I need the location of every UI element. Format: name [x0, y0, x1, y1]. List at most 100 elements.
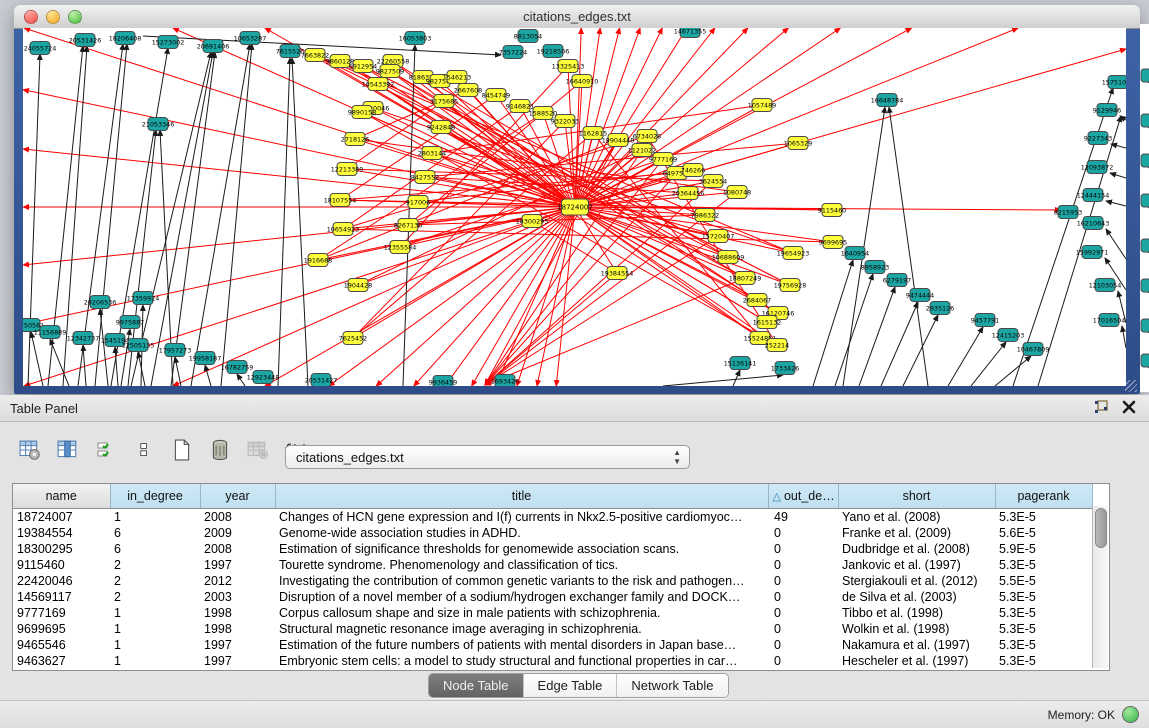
graph-node[interactable]: 12355584 [384, 241, 417, 254]
graph-node[interactable]: 10543392 [362, 78, 395, 91]
table-row[interactable]: 1830029562008Estimation of significance … [13, 541, 1092, 557]
table-row[interactable]: 977716911998Corpus callosum shape and si… [13, 605, 1092, 621]
tab-node-table[interactable]: Node Table [429, 674, 524, 697]
graph-node[interactable]: 16640910 [566, 75, 599, 88]
graph-node[interactable]: 8958923 [861, 261, 889, 274]
memory-ok-indicator[interactable] [1122, 706, 1139, 723]
graph-node[interactable]: 16210643 [1077, 217, 1110, 230]
graph-node[interactable]: 5912954 [349, 60, 377, 73]
graph-node[interactable]: 16782759 [221, 361, 254, 374]
node-table[interactable]: namein_degreeyeartitle△out_de…shortpager… [13, 484, 1093, 669]
graph-node[interactable]: 12415203 [992, 329, 1025, 342]
column-header-title[interactable]: title [275, 484, 768, 509]
table-row[interactable]: 1456911722003Disruption of a novel membe… [13, 589, 1092, 605]
graph-node[interactable]: 12103054 [1089, 279, 1122, 292]
graph-node[interactable]: 17016504 [1093, 314, 1126, 327]
table-row[interactable]: 946362711997Embryonic stem cells: a mode… [13, 653, 1092, 669]
graph-node[interactable]: 10467809 [1017, 343, 1050, 356]
graph-node[interactable]: 9936459 [429, 376, 457, 387]
graph-node[interactable]: 1693426 [491, 375, 519, 387]
graph-node[interactable]: 2684067 [743, 294, 771, 307]
graph-node[interactable]: 9975887 [116, 316, 144, 329]
graph-node[interactable]: 19958187 [189, 352, 222, 365]
graph-node[interactable]: 15273002 [152, 36, 185, 49]
graph-node[interactable]: 10654923 [327, 223, 360, 236]
graph-node[interactable]: 12342737 [67, 332, 100, 345]
graph-node[interactable]: 9890158 [348, 106, 376, 119]
zoom-window-button[interactable] [68, 10, 82, 24]
graph-node[interactable]: 18107554 [324, 194, 357, 207]
tab-network-table[interactable]: Network Table [617, 674, 727, 697]
graph-node[interactable]: 2667608 [454, 84, 482, 97]
column-header-pagerank[interactable]: pagerank [995, 484, 1092, 509]
graph-node[interactable]: 1065329 [784, 137, 812, 150]
graph-node[interactable]: 9699695 [819, 236, 847, 249]
graph-node[interactable]: 1916688 [304, 254, 332, 267]
table-row[interactable]: 911546021997Tourette syndrome. Phenomeno… [13, 557, 1092, 573]
close-window-button[interactable] [24, 10, 38, 24]
table-row[interactable]: 946554611997Estimation of the future num… [13, 637, 1092, 653]
graph-node[interactable]: 9457791 [971, 314, 999, 327]
graph-node[interactable]: 16648784 [871, 94, 904, 107]
graph-node[interactable]: 1733426 [771, 362, 799, 375]
graph-node[interactable]: 21053346 [142, 118, 175, 131]
graph-node[interactable]: 9474444 [906, 289, 934, 302]
graph-node[interactable]: 9322033 [551, 115, 579, 128]
graph-node[interactable]: 7625452 [339, 332, 367, 345]
column-header-year[interactable]: year [200, 484, 275, 509]
window-resize-grip[interactable] [1125, 380, 1137, 392]
citation-network-graph[interactable]: 2405572420531426182064081527300220691406… [23, 28, 1126, 386]
graph-node[interactable]: 9227343 [1084, 132, 1112, 145]
scrollbar-thumb[interactable] [1095, 508, 1107, 548]
graph-node[interactable]: 1080748 [723, 186, 751, 199]
graph-node[interactable]: 15720407 [702, 230, 735, 243]
graph-node[interactable]: 17359924 [127, 292, 160, 305]
graph-node[interactable]: 19218506 [537, 45, 570, 58]
column-header-out_de[interactable]: △out_de… [768, 484, 838, 509]
network-view-window[interactable]: citations_edges.txt 24055724205314261820… [14, 5, 1140, 394]
graph-node[interactable]: 2803144 [418, 147, 446, 160]
graph-node[interactable]: 9242848 [427, 121, 455, 134]
graph-node[interactable]: 18206408 [109, 32, 142, 45]
graph-node[interactable]: 9129946 [1093, 104, 1121, 117]
new-file-icon[interactable] [170, 437, 194, 463]
graph-node[interactable]: 7357224 [499, 46, 527, 59]
graph-node[interactable]: 15992971 [1076, 246, 1109, 259]
graph-node[interactable]: 12213389 [331, 163, 364, 176]
graph-node[interactable]: 1640954 [841, 247, 869, 260]
table-settings-icon[interactable] [18, 437, 42, 463]
table-row[interactable]: 2242004622012Investigating the contribut… [13, 573, 1092, 589]
column-header-short[interactable]: short [838, 484, 995, 509]
graph-node[interactable]: 15136141 [724, 357, 757, 370]
table-row[interactable]: 969969511998Structural magnetic resonanc… [13, 621, 1092, 637]
graph-node[interactable]: 3624554 [699, 175, 727, 188]
graph-node[interactable]: 16053803 [399, 32, 432, 45]
graph-node[interactable]: 12093872 [1081, 161, 1114, 174]
table-scrollbar[interactable] [1092, 506, 1108, 668]
graph-node[interactable]: 2935126 [926, 302, 954, 315]
graph-node[interactable]: 252214 [765, 339, 789, 352]
graph-node[interactable]: 15751074 [1102, 76, 1126, 89]
graph-node[interactable]: 1546213 [443, 71, 471, 84]
tab-edge-table[interactable]: Edge Table [524, 674, 618, 697]
graph-node[interactable]: 9115460 [818, 204, 846, 217]
graph-node[interactable]: 14671355 [674, 28, 707, 38]
graph-node[interactable]: 8427552 [411, 171, 439, 184]
network-canvas[interactable]: 2405572420531426182064081527300220691406… [23, 28, 1126, 386]
graph-node[interactable]: 9827509 [376, 65, 404, 78]
delete-icon[interactable] [208, 437, 232, 463]
column-header-in_degree[interactable]: in_degree [110, 484, 200, 509]
graph-node[interactable]: 9777169 [649, 153, 677, 166]
window-titlebar[interactable]: citations_edges.txt [14, 5, 1140, 29]
graph-node[interactable]: 12923448 [247, 371, 280, 384]
graph-node[interactable]: 8454749 [482, 89, 510, 102]
graph-node[interactable]: 1615132 [753, 316, 781, 329]
close-panel-icon[interactable] [1121, 399, 1137, 415]
graph-node[interactable]: 6734028 [633, 130, 661, 143]
table-chooser-dropdown[interactable]: citations_edges.txt ▲▼ [285, 445, 690, 469]
table-row[interactable]: 1938455462009Genome-wide association stu… [13, 525, 1092, 541]
graph-node[interactable]: 8215953 [1054, 206, 1082, 219]
graph-node[interactable]: 2718126 [341, 133, 369, 146]
graph-node[interactable]: 746266 [681, 164, 705, 177]
graph-node[interactable]: 11156889 [34, 326, 67, 339]
